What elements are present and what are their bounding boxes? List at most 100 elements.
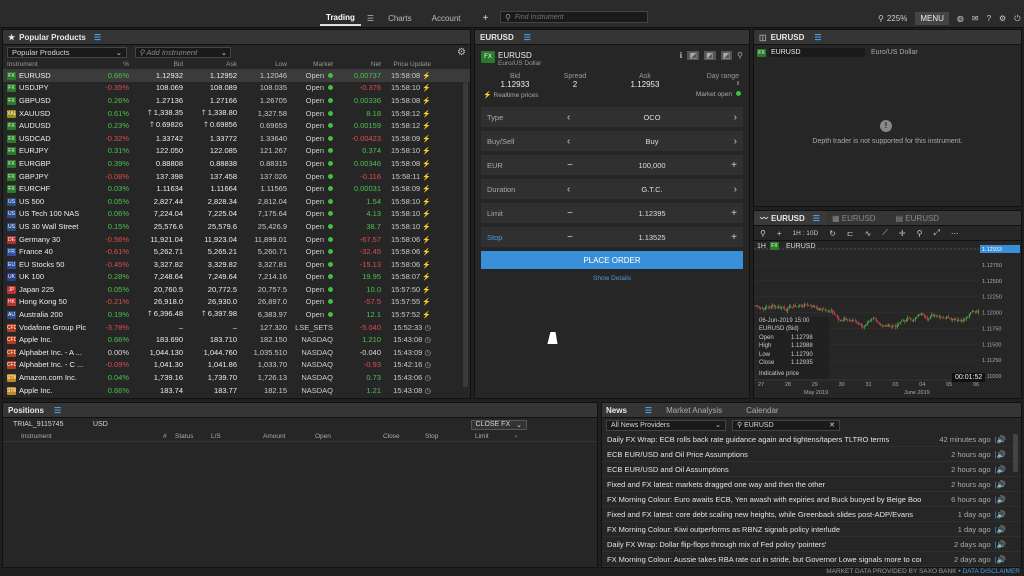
col-status[interactable]: Status xyxy=(175,433,211,440)
expand-icon[interactable]: ⤢ xyxy=(933,228,939,238)
bid-price[interactable]: 20,760.5 xyxy=(129,285,183,294)
layout-icon[interactable]: ◩ xyxy=(720,51,733,60)
ask-price[interactable]: 2,828.34 xyxy=(183,197,237,206)
hamburger-icon[interactable]: ☰ xyxy=(813,214,820,223)
col-low[interactable]: Low xyxy=(237,61,287,68)
plus-icon[interactable]: + xyxy=(777,229,782,238)
close-icon[interactable]: ✕ xyxy=(829,421,835,429)
ask-price[interactable]: 5,265.21 xyxy=(183,247,237,256)
ask-price[interactable]: 1,044.760 xyxy=(183,348,237,357)
ask-price[interactable]: 🡑 0.69856 xyxy=(183,119,237,132)
bid-price[interactable]: 1,739.16 xyxy=(129,373,183,382)
bid-price[interactable]: 1.12932 xyxy=(129,71,183,80)
bid-price[interactable]: 1.27136 xyxy=(129,96,183,105)
search-input[interactable] xyxy=(514,13,635,21)
gear-icon[interactable]: ⚙ xyxy=(999,14,1006,23)
audio-icon[interactable]: |🔊 xyxy=(995,555,1006,564)
field-value[interactable]: 1.13525 xyxy=(573,233,731,242)
hamburger-icon[interactable]: ☰ xyxy=(814,33,821,42)
search-icon[interactable]: ⚲ xyxy=(737,51,743,60)
table-row[interactable]: JP Japan 225 0.05% 20,760.5 20,772.5 20,757.5… xyxy=(3,283,470,296)
ask-price[interactable]: 3,329.82 xyxy=(183,260,237,269)
table-row[interactable]: FX EURUSD 0.66% 1.12932 1.12952 1.12046 Open 0.… xyxy=(3,69,470,82)
audio-icon[interactable]: |🔊 xyxy=(995,525,1006,534)
table-row[interactable]: US US 30 Wall Street 0.15% 25,576.6 25,579.6… xyxy=(3,220,470,233)
ask-price[interactable]: 137.458 xyxy=(183,172,237,181)
table-row[interactable]: CFD Alphabet Inc. - A ... 0.00% 1,044.130 1,… xyxy=(3,346,470,359)
news-headline[interactable]: Daily FX Wrap: ECB rolls back rate guida… xyxy=(607,435,921,444)
hamburger-icon[interactable]: ☰ xyxy=(94,33,101,42)
news-headline[interactable]: FX Morning Colour: Kiwi outperforms as R… xyxy=(607,525,921,534)
instrument-search[interactable]: ⚲ xyxy=(500,11,648,23)
bid-price[interactable]: 1.11634 xyxy=(129,184,183,193)
interval-select[interactable]: 1H : 10D xyxy=(793,230,819,237)
bid-price[interactable]: 5,262.71 xyxy=(129,247,183,256)
bid-price[interactable]: 1,041.30 xyxy=(129,360,183,369)
news-headline[interactable]: FX Morning Colour: Euro awaits ECB, Yen … xyxy=(607,495,921,504)
ask-price[interactable]: 7,225.04 xyxy=(183,209,237,218)
ask-price[interactable]: 0.88838 xyxy=(183,159,237,168)
plus-icon[interactable]: + xyxy=(731,232,737,243)
col-net[interactable]: Net xyxy=(333,61,381,68)
tab-calendar[interactable]: Calendar xyxy=(732,406,792,415)
draw-line-icon[interactable]: ⟋ xyxy=(882,228,888,238)
ask-price[interactable]: – xyxy=(183,323,237,332)
bid-price[interactable]: 7,224.04 xyxy=(129,209,183,218)
audio-icon[interactable]: |🔊 xyxy=(995,510,1006,519)
table-row[interactable]: US US Tech 100 NAS 0.06% 7,224.04 7,225.04 7,… xyxy=(3,208,470,221)
ask-price[interactable]: 108.089 xyxy=(183,83,237,92)
hamburger-icon[interactable]: ☰ xyxy=(645,406,652,415)
ask-price[interactable]: 20,772.5 xyxy=(183,285,237,294)
settings-gear-icon[interactable]: ⚙ xyxy=(457,47,466,58)
ask-price[interactable]: 1,041.86 xyxy=(183,360,237,369)
audio-icon[interactable]: |🔊 xyxy=(995,540,1006,549)
field-value[interactable]: 100,000 xyxy=(573,161,731,170)
table-row[interactable]: STK Amazon.com Inc. 0.04% 1,739.16 1,739.70 1… xyxy=(3,371,470,384)
list-item[interactable]: ECB EUR/USD and Oil Price Assumptions 2 h… xyxy=(602,447,1021,462)
search-icon[interactable]: ⚲ xyxy=(760,229,766,238)
power-icon[interactable]: ⏻ xyxy=(1014,14,1020,24)
list-item[interactable]: FX Morning Colour: Aussie takes RBA rate… xyxy=(602,552,1021,567)
mail-icon[interactable]: ✉ xyxy=(972,14,979,23)
col-close[interactable]: Close xyxy=(383,433,425,440)
col-market[interactable]: Market xyxy=(287,61,333,68)
col-ask[interactable]: Ask xyxy=(183,61,237,68)
list-item[interactable]: FX Morning Colour: Euro awaits ECB, Yen … xyxy=(602,492,1021,507)
table-row[interactable]: AU Australia 200 0.19% 🡑 6,396.48 🡑 6,397.98 6,… xyxy=(3,308,470,321)
list-item[interactable]: FX Morning Colour: Kiwi outperforms as R… xyxy=(602,522,1021,537)
bid-price[interactable]: 108.069 xyxy=(129,83,183,92)
ask-price[interactable]: 🡑 1,338.80 xyxy=(183,107,237,120)
table-row[interactable]: FX USDCAD -0.32% 1.33742 1.33772 1.33640 Open -… xyxy=(3,132,470,145)
ask-price[interactable]: 122.085 xyxy=(183,146,237,155)
tab-trading[interactable]: Trading xyxy=(320,11,361,26)
bid-price[interactable]: 26,918.0 xyxy=(129,297,183,306)
audio-icon[interactable]: |🔊 xyxy=(995,435,1006,444)
col-open[interactable]: Open xyxy=(315,433,383,440)
show-details-link[interactable]: Show Details xyxy=(475,275,749,282)
audio-icon[interactable]: |🔊 xyxy=(995,495,1006,504)
audio-icon[interactable]: |🔊 xyxy=(995,465,1006,474)
info-icon[interactable]: ℹ xyxy=(679,51,682,60)
list-item[interactable]: Fixed and FX latest: markets dragged one… xyxy=(602,477,1021,492)
bid-price[interactable]: 0.88808 xyxy=(129,159,183,168)
list-item[interactable]: Daily FX Wrap: ECB rolls back rate guida… xyxy=(602,432,1021,447)
bid-price[interactable]: 183.690 xyxy=(129,335,183,344)
ask-price[interactable]: 1.27166 xyxy=(183,96,237,105)
bid-price[interactable]: 🡑 1,338.35 xyxy=(129,107,183,120)
zoom-icon[interactable]: ⚲ xyxy=(917,229,923,238)
order-field-type[interactable]: Type ‹ OCO › xyxy=(481,107,743,127)
news-headline[interactable]: Fixed and FX latest: core debt scaling n… xyxy=(607,510,921,519)
news-provider-select[interactable]: All News Providers ⌄ xyxy=(606,419,726,431)
col-limit[interactable]: Limit xyxy=(475,433,515,440)
scrollbar[interactable] xyxy=(1013,434,1018,472)
col-pct[interactable]: % xyxy=(97,61,129,68)
tab-market-analysis[interactable]: Market Analysis xyxy=(656,406,732,415)
indicator-icon[interactable]: ∿ xyxy=(865,229,872,238)
bid-price[interactable]: 25,576.6 xyxy=(129,222,183,231)
field-value[interactable]: Buy xyxy=(570,137,733,146)
layout-icon[interactable]: ◩ xyxy=(687,51,700,60)
table-row[interactable]: STK Apple Inc. 0.66% 183.74 183.77 182.15 NASD… xyxy=(3,384,470,397)
add-instrument-field[interactable]: ⚲ Add Instrument ⌄ xyxy=(135,46,231,58)
order-field-buysell[interactable]: Buy/Sell ‹ Buy › xyxy=(481,131,743,151)
field-value[interactable]: 1.12395 xyxy=(573,209,731,218)
